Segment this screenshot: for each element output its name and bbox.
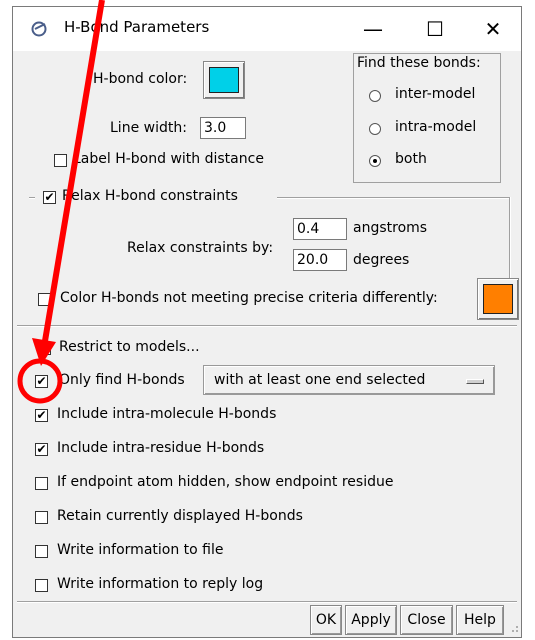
- inter-model-label: inter-model: [395, 86, 476, 102]
- find-bonds-title: Find these bonds:: [357, 55, 481, 71]
- close-icon: ✕: [484, 17, 502, 41]
- write-file-checkbox[interactable]: [35, 545, 48, 558]
- minimize-button[interactable]: —: [348, 7, 398, 51]
- write-file-label: Write information to file: [57, 542, 224, 558]
- both-label: both: [395, 151, 427, 167]
- hbond-dialog: H-Bond Parameters — ☐ ✕ H-bond color: Li…: [12, 6, 522, 638]
- ok-button[interactable]: OK: [310, 605, 342, 635]
- hbond-color-button[interactable]: [203, 61, 245, 99]
- relax-label: Relax H-bond constraints: [62, 188, 238, 204]
- radio-intra-model[interactable]: [369, 123, 381, 135]
- intra-molecule-checkbox[interactable]: ✔: [35, 409, 48, 422]
- reply-log-label: Write information to reply log: [57, 576, 264, 592]
- relax-checkbox[interactable]: ✔: [43, 191, 56, 204]
- endpoint-hidden-label: If endpoint atom hidden, show endpoint r…: [57, 474, 394, 490]
- separator: [17, 325, 517, 327]
- intra-molecule-label: Include intra-molecule H-bonds: [57, 406, 277, 422]
- intra-model-label: intra-model: [395, 119, 477, 135]
- help-button[interactable]: Help: [456, 605, 504, 635]
- hbond-color-swatch: [209, 67, 239, 93]
- intra-residue-label: Include intra-residue H-bonds: [57, 440, 265, 456]
- label-distance-label: Label H-bond with distance: [73, 151, 264, 167]
- apply-button[interactable]: Apply: [345, 605, 397, 635]
- relax-distance-field[interactable]: 0.4: [293, 218, 347, 240]
- distance-unit: angstroms: [353, 220, 428, 236]
- angle-unit: degrees: [353, 252, 410, 268]
- window-title: H-Bond Parameters: [64, 18, 210, 36]
- reply-log-checkbox[interactable]: [35, 579, 48, 592]
- retain-checkbox[interactable]: [35, 511, 48, 524]
- close-button[interactable]: Close: [400, 605, 453, 635]
- maximize-icon: ☐: [426, 17, 444, 41]
- maximize-button[interactable]: ☐: [410, 7, 460, 51]
- minimize-icon: —: [363, 17, 383, 41]
- only-find-menu[interactable]: with at least one end selected: [203, 365, 495, 395]
- only-find-menu-value: with at least one end selected: [214, 372, 426, 388]
- restrict-label: Restrict to models...: [59, 339, 200, 355]
- button-separator: [17, 601, 517, 603]
- only-find-label: Only find H-bonds: [59, 372, 185, 388]
- diff-color-swatch: [483, 284, 513, 314]
- relax-groove-left: [29, 197, 35, 199]
- relax-angle-field[interactable]: 20.0: [293, 249, 347, 271]
- intra-residue-checkbox[interactable]: ✔: [35, 443, 48, 456]
- close-window-button[interactable]: ✕: [468, 7, 518, 51]
- color-diff-label: Color H-bonds not meeting precise criter…: [60, 290, 438, 306]
- line-width-label: Line width:: [110, 120, 187, 136]
- hbond-color-label: H-bond color:: [93, 71, 188, 87]
- color-diff-checkbox[interactable]: [38, 293, 51, 306]
- app-icon: [31, 21, 47, 37]
- label-distance-checkbox[interactable]: [54, 154, 67, 167]
- endpoint-hidden-checkbox[interactable]: [35, 477, 48, 490]
- only-find-checkbox[interactable]: ✔: [35, 375, 48, 388]
- diff-color-button[interactable]: [477, 278, 519, 320]
- radio-inter-model[interactable]: [369, 90, 381, 102]
- restrict-checkbox[interactable]: [38, 342, 51, 355]
- resize-grip-icon[interactable]: [507, 621, 519, 633]
- radio-both[interactable]: [369, 155, 381, 167]
- title-bar[interactable]: H-Bond Parameters — ☐ ✕: [13, 7, 521, 51]
- retain-label: Retain currently displayed H-bonds: [57, 508, 303, 524]
- menu-indicator-icon: [466, 379, 484, 384]
- relax-groove-right: [277, 197, 511, 199]
- relax-by-label: Relax constraints by:: [127, 240, 274, 256]
- line-width-field[interactable]: 3.0: [200, 117, 246, 139]
